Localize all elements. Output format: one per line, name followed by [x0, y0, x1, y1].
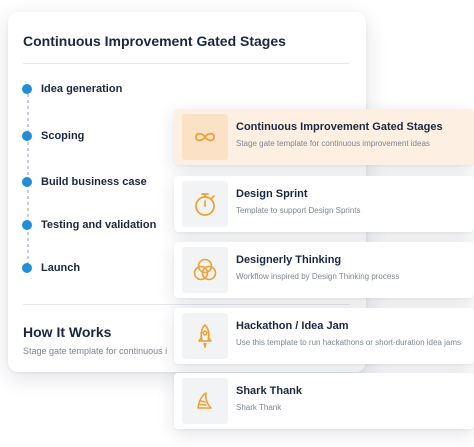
template-item-design-sprint[interactable]: Design Sprint Template to support Design…: [174, 176, 474, 232]
stage-dot: [22, 131, 32, 141]
how-it-works-heading: How It Works: [23, 324, 112, 340]
infinity-icon: [182, 114, 228, 160]
rocket-icon: [182, 313, 228, 359]
stage-label: Idea generation: [41, 83, 123, 95]
template-title: Shark Thank: [236, 385, 303, 397]
stage-item[interactable]: Launch: [22, 261, 80, 275]
stage-item[interactable]: Idea generation: [22, 82, 122, 96]
template-title: Continuous Improvement Gated Stages: [236, 121, 443, 133]
template-description: Workflow inspired by Design Thinking pro…: [236, 272, 400, 281]
template-item-continuous-improvement[interactable]: Continuous Improvement Gated Stages Stag…: [174, 109, 474, 165]
stage-dot: [22, 220, 32, 230]
stage-dot: [22, 84, 32, 94]
template-title: Hackathon / Idea Jam: [236, 320, 349, 332]
template-title: Design Sprint: [236, 188, 308, 200]
stage-label: Scoping: [41, 130, 85, 142]
template-description: Template to support Design Sprints: [236, 206, 361, 215]
stage-label: Build business case: [41, 176, 147, 188]
stage-dot: [22, 263, 32, 273]
stage-label: Launch: [41, 262, 81, 274]
template-item-shark-thank[interactable]: Shark Thank Shark Thank: [174, 373, 474, 429]
template-title: Designerly Thinking: [236, 254, 342, 266]
stage-dot: [22, 177, 32, 187]
template-description: Shark Thank: [236, 403, 282, 412]
venn-circles-icon: [182, 247, 228, 293]
section-divider: [23, 304, 350, 305]
stage-item[interactable]: Testing and validation: [22, 218, 156, 232]
stage-item[interactable]: Scoping: [22, 129, 84, 143]
template-item-designerly-thinking[interactable]: Designerly Thinking Workflow inspired by…: [174, 242, 474, 298]
template-description: Use this template to run hackathons or s…: [236, 338, 462, 347]
detail-title: Continuous Improvement Gated Stages: [23, 33, 286, 49]
stage-label: Testing and validation: [41, 219, 157, 231]
template-item-hackathon[interactable]: Hackathon / Idea Jam Use this template t…: [174, 308, 474, 364]
stage-item[interactable]: Build business case: [22, 175, 147, 189]
title-divider: [23, 63, 350, 64]
template-description: Stage gate template for continuous impro…: [236, 139, 430, 148]
stopwatch-icon: [182, 181, 228, 227]
shark-fin-icon: [182, 378, 228, 424]
how-it-works-description: Stage gate template for continuous i: [23, 346, 168, 356]
